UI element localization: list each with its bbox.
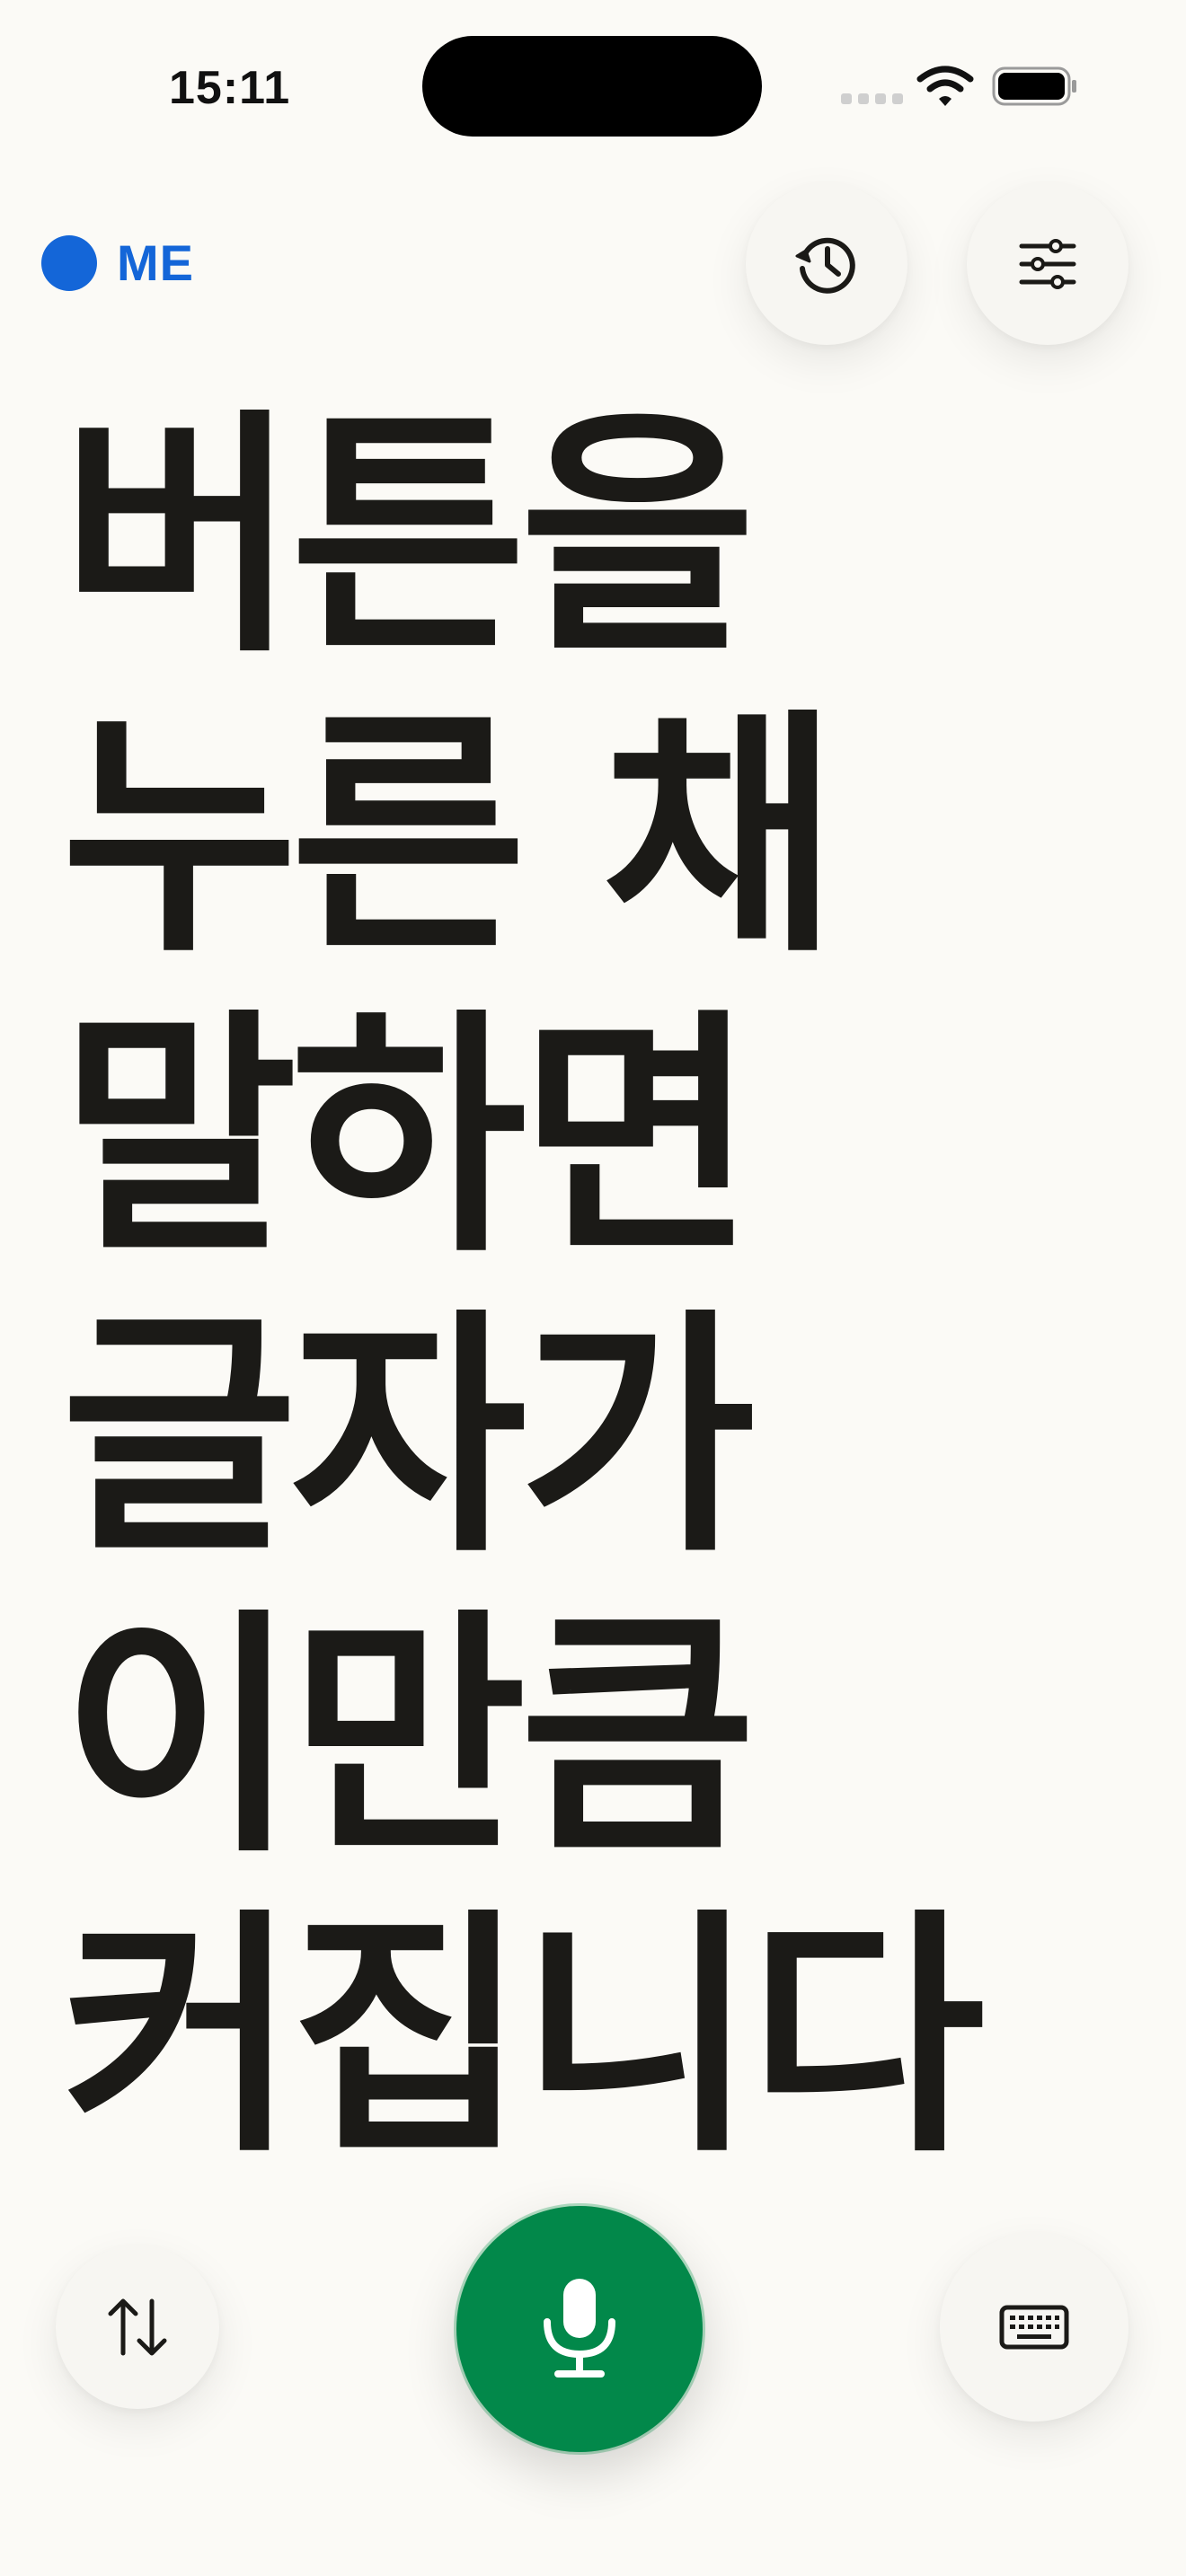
transcript-line: 누른 채	[61, 689, 838, 987]
microphone-button[interactable]	[456, 2206, 703, 2452]
wifi-icon	[916, 66, 974, 106]
swap-button[interactable]	[56, 2245, 219, 2409]
microphone-icon	[544, 2279, 615, 2378]
speaker-dot	[41, 234, 97, 291]
keyboard-button[interactable]	[940, 2233, 1128, 2422]
transcript-text: 버튼을 누른 채 말하면 글자가 이만큼 커집니다	[61, 388, 1139, 2188]
transcript-line: 버튼을	[61, 389, 756, 687]
sliders-icon	[1019, 239, 1076, 289]
transcript-line: 글자가	[61, 1289, 756, 1587]
swap-arrows-icon	[108, 2298, 167, 2356]
settings-button[interactable]	[967, 183, 1128, 345]
keyboard-icon	[999, 2305, 1069, 2350]
speaker-label: ME	[117, 234, 194, 291]
status-time: 15:11	[169, 62, 291, 114]
transcript-line: 커집니다	[61, 1889, 985, 2187]
transcript-line: 이만큼	[61, 1589, 756, 1887]
cellular-signal-icon	[841, 93, 903, 104]
history-clock-icon	[795, 237, 855, 294]
speaker-indicator: ME	[41, 234, 194, 292]
history-button[interactable]	[746, 183, 907, 345]
battery-icon	[992, 66, 1076, 106]
transcript-line: 말하면	[61, 989, 756, 1287]
dynamic-island	[422, 36, 762, 137]
